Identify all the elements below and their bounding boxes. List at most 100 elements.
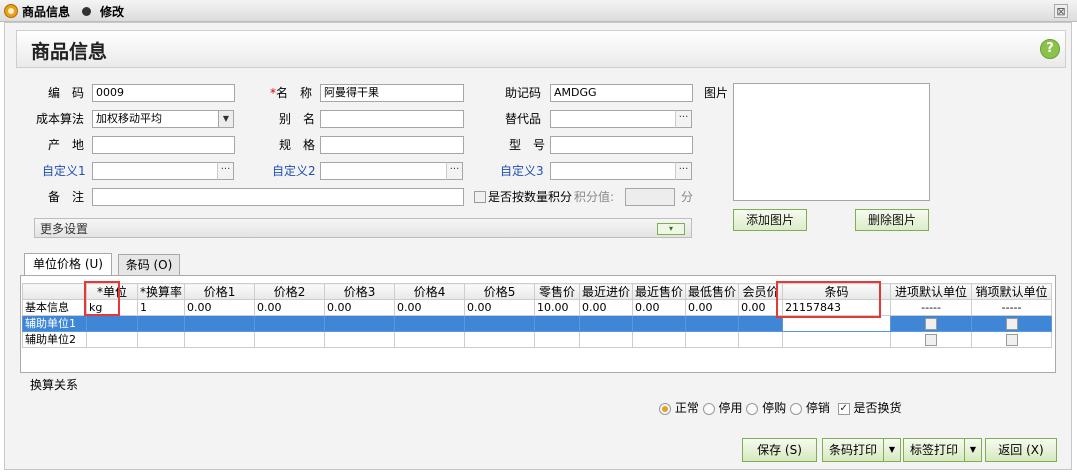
table-cell[interactable] [324,315,396,332]
chevron-down-icon[interactable]: ▾ [657,223,685,235]
points-value-input[interactable] [625,188,675,206]
table-cell[interactable] [738,331,784,348]
model-input[interactable] [550,136,693,154]
name-input[interactable]: 阿曼得干果 [320,84,464,102]
table-row[interactable]: 基本信息 kg 1 0.00 0.00 0.00 0.00 0.00 10.00… [22,299,1053,316]
custom2-input[interactable] [320,162,447,180]
column-header[interactable]: 价格3 [324,283,396,300]
table-cell[interactable] [254,315,326,332]
column-header[interactable]: 价格5 [464,283,536,300]
table-cell[interactable] [534,331,581,348]
column-header[interactable]: 销项默认单位 [971,283,1053,300]
label-print-button[interactable]: 标签打印 [903,438,965,462]
barcode-print-menu-button[interactable]: ▼ [883,438,901,462]
table-cell[interactable]: 0.00 [184,299,256,316]
custom1-browse-button[interactable]: ··· [217,162,234,180]
alias-input[interactable] [320,110,464,128]
mnemonic-input[interactable]: AMDGG [550,84,693,102]
table-cell[interactable]: 1 [136,299,186,316]
delete-picture-button[interactable]: 删除图片 [855,209,929,231]
column-header[interactable]: 进项默认单位 [890,283,973,300]
outbound-default-checkbox[interactable] [1005,333,1018,346]
inbound-default-checkbox[interactable] [925,317,938,330]
table-cell[interactable] [136,331,186,348]
table-cell[interactable]: 0.00 [632,299,687,316]
table-row[interactable]: 辅助单位2 [22,331,1053,348]
table-cell[interactable]: 0.00 [394,299,466,316]
table-cell[interactable] [685,331,740,348]
tab-unit-price[interactable]: 单位价格 (U) [24,253,112,275]
help-icon[interactable]: ? [1040,39,1060,59]
table-cell[interactable]: 21157843 [782,299,892,316]
custom2-browse-button[interactable]: ··· [446,162,463,180]
column-header[interactable]: *换算率 [136,283,186,300]
label-print-menu-button[interactable]: ▼ [964,438,982,462]
chevron-down-icon[interactable]: ▼ [218,110,234,128]
table-cell[interactable] [685,315,740,332]
custom3-input[interactable] [550,162,676,180]
column-header[interactable]: 条码 [782,283,892,300]
code-input[interactable]: 0009 [92,84,235,102]
table-cell[interactable] [254,331,326,348]
cost-method-select[interactable]: 加权移动平均 [92,110,219,128]
close-icon[interactable]: ⊠ [1054,4,1068,18]
spec-input[interactable] [320,136,464,154]
table-cell[interactable] [464,331,536,348]
table-cell[interactable]: 0.00 [254,299,326,316]
table-cell[interactable] [632,315,687,332]
table-cell[interactable] [86,315,138,332]
table-cell[interactable] [782,331,892,348]
column-header[interactable]: 最近售价 [632,283,687,300]
table-cell[interactable] [579,331,634,348]
table-cell[interactable] [184,315,256,332]
table-cell[interactable]: 0.00 [324,299,396,316]
inbound-default-checkbox[interactable] [925,333,938,346]
table-cell[interactable] [324,331,396,348]
table-cell[interactable] [632,331,687,348]
custom1-input[interactable] [92,162,218,180]
table-cell[interactable] [394,315,466,332]
column-header[interactable]: 最近进价 [579,283,634,300]
custom3-browse-button[interactable]: ··· [675,162,692,180]
table-cell[interactable]: 0.00 [685,299,740,316]
table-cell[interactable]: 10.00 [534,299,581,316]
table-cell[interactable] [738,315,784,332]
table-cell[interactable]: 0.00 [579,299,634,316]
barcode-print-button[interactable]: 条码打印 [822,438,884,462]
column-header[interactable]: 价格4 [394,283,466,300]
exchange-checkbox[interactable] [837,402,850,415]
table-cell[interactable] [782,315,892,332]
column-header[interactable]: 价格1 [184,283,256,300]
column-header[interactable]: 价格2 [254,283,326,300]
table-cell[interactable] [86,331,138,348]
substitute-browse-button[interactable]: ··· [675,110,692,128]
tab-barcode[interactable]: 条码 (O) [118,254,180,275]
table-cell[interactable] [579,315,634,332]
substitute-input[interactable] [550,110,676,128]
back-button[interactable]: 返回 (X) [985,438,1057,462]
table-cell[interactable]: 0.00 [738,299,784,316]
table-cell[interactable] [394,331,466,348]
table-row[interactable]: 辅助单位1 [22,315,1053,332]
column-header[interactable]: 零售价 [534,283,581,300]
remark-input[interactable] [92,188,464,206]
column-header[interactable]: 最低售价 [685,283,740,300]
column-header[interactable]: *单位 [86,283,138,300]
table-cell[interactable] [534,315,581,332]
table-cell[interactable]: kg [86,299,138,316]
column-header[interactable]: 会员价 [738,283,784,300]
status-disabled-radio[interactable] [702,402,715,415]
more-settings-bar[interactable]: 更多设置 ▾ [34,218,692,238]
points-checkbox[interactable] [474,191,486,203]
status-stop-sale-radio[interactable] [790,402,803,415]
table-cell[interactable] [136,315,186,332]
save-button[interactable]: 保存 (S) [742,438,817,462]
table-cell[interactable]: 0.00 [464,299,536,316]
table-cell[interactable] [464,315,536,332]
table-cell[interactable] [184,331,256,348]
status-normal-radio[interactable] [659,402,671,415]
outbound-default-checkbox[interactable] [1005,317,1018,330]
origin-input[interactable] [92,136,235,154]
status-stop-purchase-radio[interactable] [746,402,759,415]
add-picture-button[interactable]: 添加图片 [733,209,807,231]
